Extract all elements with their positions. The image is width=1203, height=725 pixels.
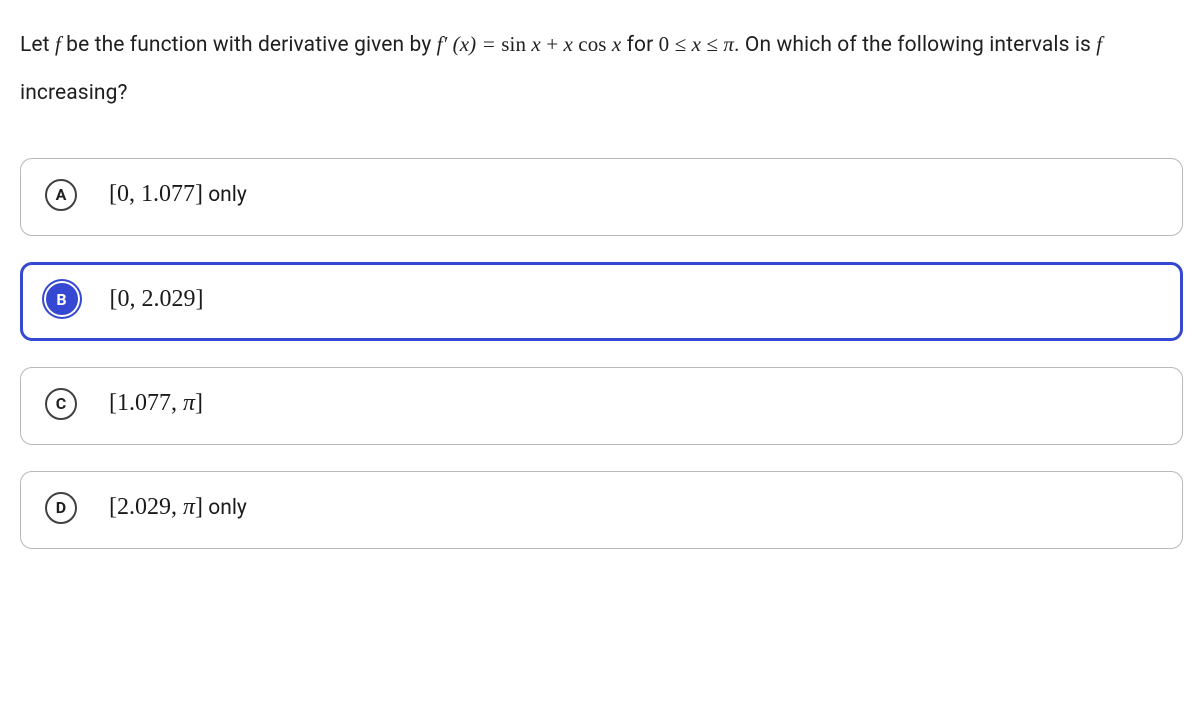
- option-letter-b: B: [46, 283, 78, 315]
- option-text-c: [1.077, π]: [109, 390, 203, 417]
- option-c[interactable]: C [1.077, π]: [20, 367, 1183, 445]
- option-a[interactable]: A [0, 1.077] only: [20, 158, 1183, 236]
- question-mid1: be the function with derivative given by: [61, 33, 437, 57]
- option-suffix: only: [203, 496, 247, 520]
- question-domain: 0 ≤ x ≤ π: [659, 32, 734, 56]
- question-post1: . On which of the following intervals is: [734, 33, 1096, 57]
- option-interval: [0, 1.077]: [109, 181, 203, 207]
- option-text-b: [0, 2.029]: [110, 286, 204, 313]
- question-mid2: for: [621, 33, 658, 57]
- option-b[interactable]: B [0, 2.029]: [20, 262, 1183, 341]
- question-f2: f: [1096, 32, 1102, 56]
- option-letter-a: A: [45, 179, 77, 211]
- question-post2: increasing?: [20, 81, 128, 105]
- option-d[interactable]: D [2.029, π] only: [20, 471, 1183, 549]
- options-list: A [0, 1.077] only B [0, 2.029] C [1.077,…: [20, 158, 1183, 549]
- question-pre1: Let: [20, 33, 55, 57]
- option-letter-d: D: [45, 492, 77, 524]
- option-interval: [1.077, π]: [109, 390, 203, 416]
- option-interval: [2.029, π]: [109, 494, 203, 520]
- option-suffix: only: [203, 183, 247, 207]
- question-text: Let f be the function with derivative gi…: [20, 20, 1183, 118]
- option-text-a: [0, 1.077] only: [109, 181, 247, 208]
- option-letter-c: C: [45, 388, 77, 420]
- question-deriv-lhs: f′ (x) =: [437, 32, 502, 56]
- option-text-d: [2.029, π] only: [109, 494, 247, 521]
- option-interval: [0, 2.029]: [110, 286, 204, 312]
- question-deriv-rhs: sin x + x cos x: [501, 32, 621, 56]
